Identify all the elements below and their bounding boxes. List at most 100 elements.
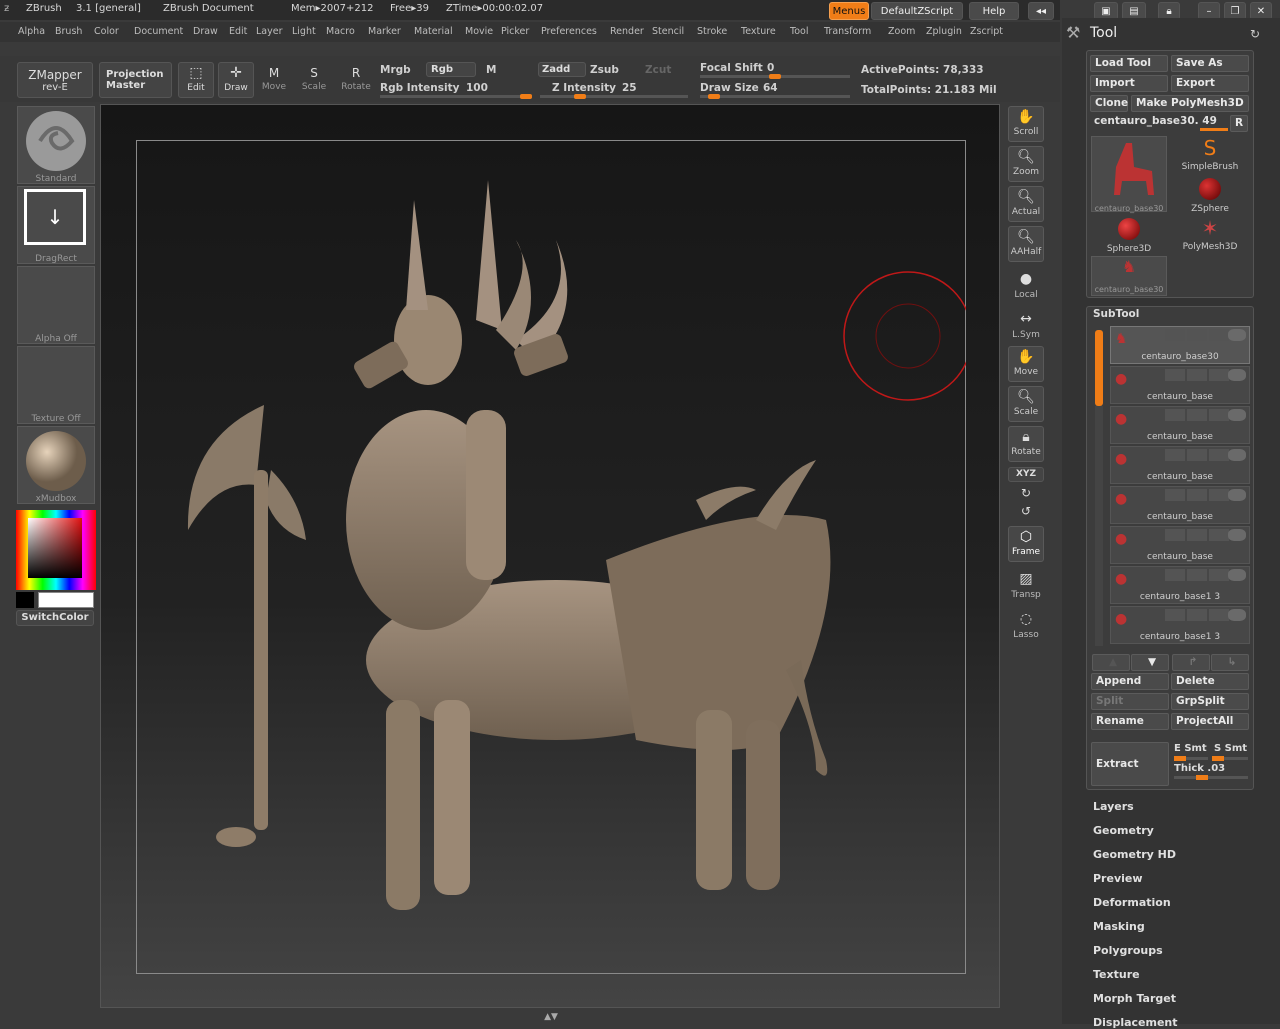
visibility-eye-icon[interactable] bbox=[1228, 329, 1246, 341]
rotate-y-button[interactable]: ↻ bbox=[1008, 484, 1044, 502]
visibility-eye-icon[interactable] bbox=[1228, 489, 1246, 501]
switch-color-button[interactable]: SwitchColor bbox=[16, 610, 94, 626]
section-morph-target[interactable]: Morph Target bbox=[1093, 992, 1176, 1005]
zadd-toggle[interactable]: Zadd bbox=[538, 62, 586, 77]
visibility-eye-icon[interactable] bbox=[1228, 569, 1246, 581]
menu-edit[interactable]: Edit bbox=[229, 26, 247, 37]
menu-texture[interactable]: Texture bbox=[741, 26, 776, 37]
menus-button[interactable]: Menus bbox=[829, 2, 869, 20]
load-tool-button[interactable]: Load Tool bbox=[1090, 55, 1168, 72]
stroke-selector[interactable]: ↓ DragRect bbox=[17, 186, 95, 264]
lasso-button[interactable]: ◌ Lasso bbox=[1008, 608, 1044, 644]
color-picker[interactable] bbox=[16, 510, 96, 590]
grpsplit-button[interactable]: GrpSplit bbox=[1171, 693, 1249, 710]
transp-button[interactable]: ▨ Transp bbox=[1008, 568, 1044, 604]
zmapper-button[interactable]: ZMapper rev-E bbox=[17, 62, 93, 98]
default-zscript-button[interactable]: DefaultZScript bbox=[871, 2, 963, 20]
r-button[interactable]: R bbox=[1230, 115, 1248, 132]
clone-button[interactable]: Clone bbox=[1090, 95, 1128, 112]
menu-zplugin[interactable]: Zplugin bbox=[926, 26, 962, 37]
menu-brush[interactable]: Brush bbox=[55, 26, 82, 37]
visibility-eye-icon[interactable] bbox=[1228, 609, 1246, 621]
menu-zscript[interactable]: Zscript bbox=[970, 26, 1003, 37]
local-button[interactable]: ● Local bbox=[1008, 268, 1044, 304]
move-view-button[interactable]: ✋ Move bbox=[1008, 346, 1044, 382]
color-square[interactable] bbox=[28, 518, 82, 578]
section-displacement[interactable]: Displacement bbox=[1093, 1016, 1178, 1029]
menu-light[interactable]: Light bbox=[292, 26, 316, 37]
subtool-item[interactable]: ● centauro_base bbox=[1110, 486, 1250, 524]
section-geometry-hd[interactable]: Geometry HD bbox=[1093, 848, 1176, 861]
rgb-toggle[interactable]: Rgb bbox=[426, 62, 476, 77]
tool-slot-zsphere[interactable]: ZSphere bbox=[1172, 176, 1248, 216]
e-smt-slider[interactable] bbox=[1174, 756, 1208, 761]
save-as-button[interactable]: Save As bbox=[1171, 55, 1249, 72]
menu-stencil[interactable]: Stencil bbox=[652, 26, 684, 37]
rgb-intensity-slider[interactable] bbox=[380, 94, 532, 99]
refresh-icon[interactable]: ↻ bbox=[1250, 27, 1260, 41]
slider-handle[interactable] bbox=[574, 94, 586, 99]
projection-master-button[interactable]: Projection Master bbox=[99, 62, 172, 98]
subtool-scroll-track[interactable] bbox=[1095, 406, 1103, 646]
section-preview[interactable]: Preview bbox=[1093, 872, 1143, 885]
menu-render[interactable]: Render bbox=[610, 26, 644, 37]
section-texture[interactable]: Texture bbox=[1093, 968, 1140, 981]
bottom-tray-toggle-icon[interactable]: ▲▼ bbox=[540, 1012, 562, 1022]
section-deformation[interactable]: Deformation bbox=[1093, 896, 1171, 909]
extract-button[interactable]: Extract bbox=[1091, 742, 1169, 786]
tool-slot-simplebrush[interactable]: S SimpleBrush bbox=[1172, 136, 1248, 176]
menu-material[interactable]: Material bbox=[414, 26, 453, 37]
subtool-move-down-button[interactable]: ↳ bbox=[1211, 654, 1249, 671]
current-tool-slider[interactable] bbox=[1200, 128, 1228, 131]
slider-handle[interactable] bbox=[769, 74, 781, 79]
subtool-scrollbar[interactable] bbox=[1095, 330, 1103, 406]
rotate-view-button[interactable]: 🔒︎ Rotate bbox=[1008, 426, 1044, 462]
menu-color[interactable]: Color bbox=[94, 26, 119, 37]
m-toggle[interactable]: M bbox=[486, 64, 496, 76]
subtool-item[interactable]: ● centauro_base bbox=[1110, 366, 1250, 404]
menu-preferences[interactable]: Preferences bbox=[541, 26, 597, 37]
export-button[interactable]: Export bbox=[1171, 75, 1249, 92]
s-smt-slider[interactable] bbox=[1212, 756, 1248, 761]
subtool-item[interactable]: ● centauro_base bbox=[1110, 526, 1250, 564]
zsub-toggle[interactable]: Zsub bbox=[590, 64, 619, 76]
subtool-item[interactable]: ♞ centauro_base30 bbox=[1110, 326, 1250, 364]
visibility-eye-icon[interactable] bbox=[1228, 529, 1246, 541]
tool-slot-centauro-2[interactable]: ♞ centauro_base30 bbox=[1091, 256, 1167, 296]
menu-alpha[interactable]: Alpha bbox=[18, 26, 45, 37]
texture-selector[interactable]: Texture Off bbox=[17, 346, 95, 424]
menu-stroke[interactable]: Stroke bbox=[697, 26, 727, 37]
thick-slider[interactable] bbox=[1174, 775, 1248, 780]
aahalf-button[interactable]: 🔍︎ AAHalf bbox=[1008, 226, 1044, 262]
subtool-item[interactable]: ● centauro_base bbox=[1110, 446, 1250, 484]
section-layers[interactable]: Layers bbox=[1093, 800, 1134, 813]
section-masking[interactable]: Masking bbox=[1093, 920, 1145, 933]
actual-button[interactable]: 🔍︎ Actual bbox=[1008, 186, 1044, 222]
move-button[interactable]: M Move bbox=[258, 62, 290, 98]
main-color-swatch[interactable] bbox=[38, 592, 94, 608]
brush-selector[interactable]: Standard bbox=[17, 106, 95, 184]
menu-transform[interactable]: Transform bbox=[824, 26, 871, 37]
import-button[interactable]: Import bbox=[1090, 75, 1168, 92]
menu-zoom[interactable]: Zoom bbox=[888, 26, 915, 37]
menu-layer[interactable]: Layer bbox=[256, 26, 283, 37]
tool-slot-polymesh3d[interactable]: ✶ PolyMesh3D bbox=[1172, 216, 1248, 256]
projectall-button[interactable]: ProjectAll bbox=[1171, 713, 1249, 730]
delete-button[interactable]: Delete bbox=[1171, 673, 1249, 690]
mrgb-toggle[interactable]: Mrgb bbox=[380, 64, 411, 76]
frame-button[interactable]: ⬡ Frame bbox=[1008, 526, 1044, 562]
rename-button[interactable]: Rename bbox=[1091, 713, 1169, 730]
z-intensity-slider[interactable] bbox=[540, 94, 688, 99]
menu-movie[interactable]: Movie bbox=[465, 26, 493, 37]
slider-handle[interactable] bbox=[1174, 756, 1186, 761]
slider-handle[interactable] bbox=[1212, 756, 1224, 761]
split-button[interactable]: Split bbox=[1091, 693, 1169, 710]
menu-macro[interactable]: Macro bbox=[326, 26, 355, 37]
slider-handle[interactable] bbox=[1196, 775, 1208, 780]
visibility-eye-icon[interactable] bbox=[1228, 369, 1246, 381]
append-button[interactable]: Append bbox=[1091, 673, 1169, 690]
menu-draw[interactable]: Draw bbox=[193, 26, 218, 37]
tool-slot-sphere3d[interactable]: Sphere3D bbox=[1091, 216, 1167, 256]
centaur-model[interactable] bbox=[136, 140, 966, 974]
tool-slot-centauro[interactable]: centauro_base30 bbox=[1091, 136, 1167, 213]
